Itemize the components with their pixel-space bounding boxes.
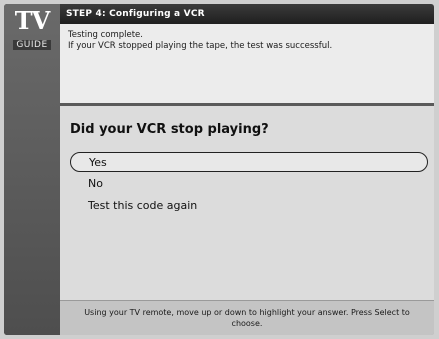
status-line-1: Testing complete. [68, 30, 143, 40]
help-footer: Using your TV remote, move up or down to… [60, 300, 434, 335]
tv-screen: TV GUIDE STEP 4: Configuring a VCR Testi… [4, 4, 434, 335]
tv-guide-logo: TV GUIDE [8, 6, 56, 51]
question-heading: Did your VCR stop playing? [70, 122, 269, 137]
main-panel: STEP 4: Configuring a VCR Testing comple… [60, 4, 434, 335]
option-test-again[interactable]: Test this code again [70, 196, 428, 216]
logo-guide-text: GUIDE [13, 40, 51, 50]
logo-tv-text: TV [14, 6, 50, 35]
option-yes[interactable]: Yes [70, 152, 428, 172]
status-panel: Testing complete. If your VCR stopped pl… [60, 24, 434, 106]
option-no[interactable]: No [70, 174, 428, 194]
sidebar: TV GUIDE [4, 4, 60, 335]
answer-options: Yes No Test this code again [70, 152, 428, 218]
status-line-2: If your VCR stopped playing the tape, th… [68, 41, 333, 51]
step-title: STEP 4: Configuring a VCR [60, 4, 434, 24]
